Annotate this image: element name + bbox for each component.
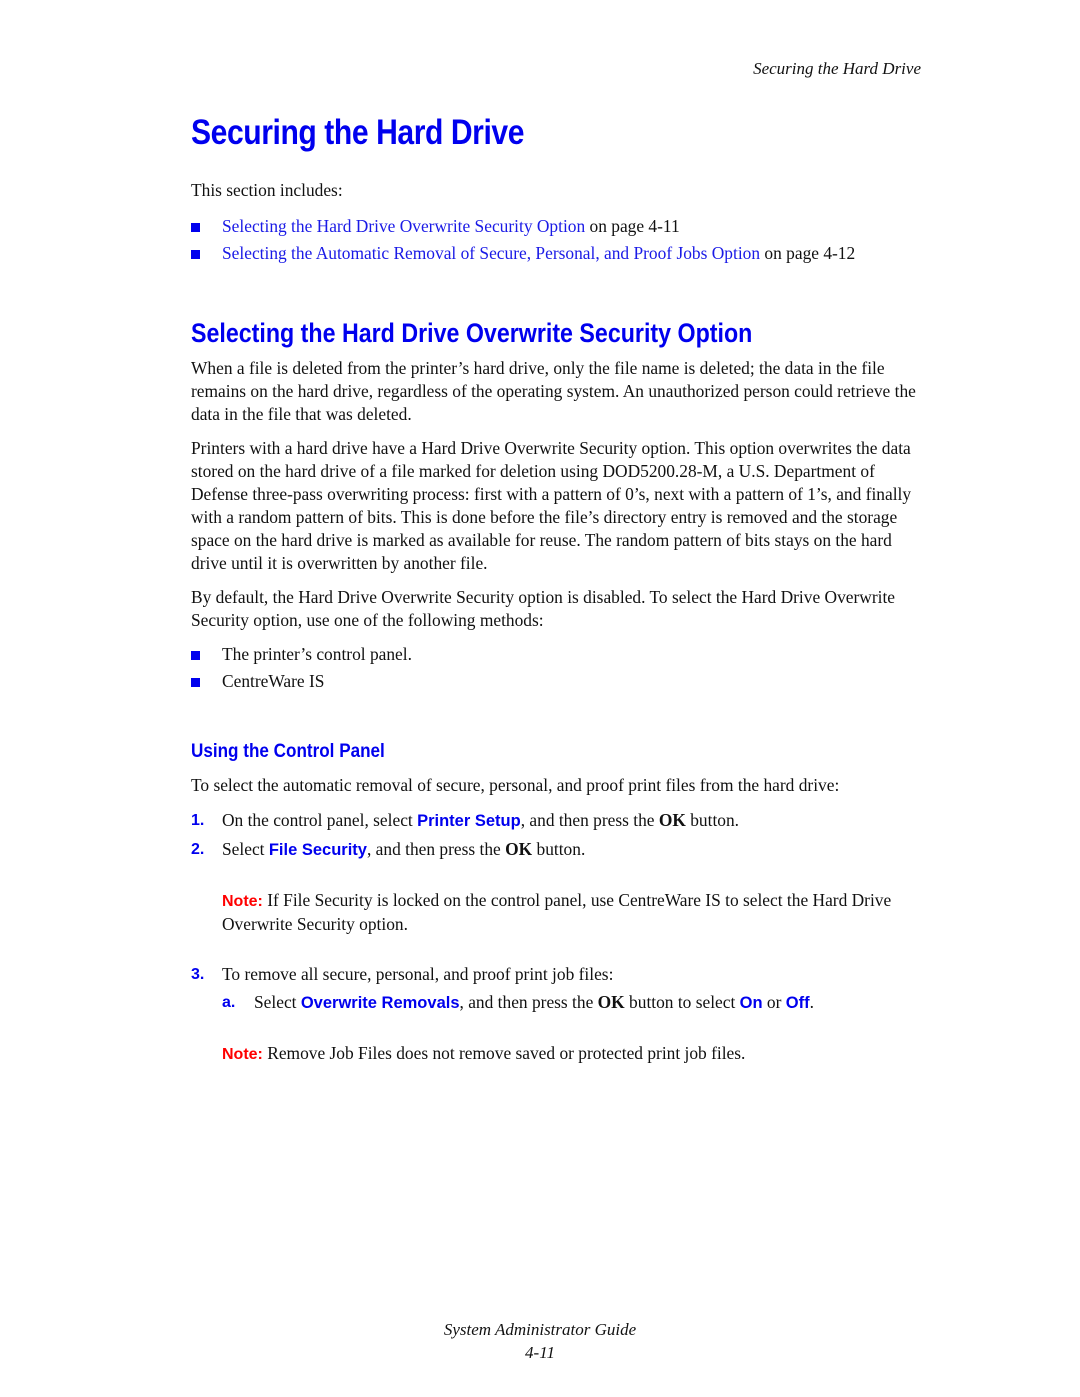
square-bullet-icon xyxy=(191,223,200,232)
step-text: button. xyxy=(685,810,740,830)
ok-key: OK xyxy=(597,992,625,1012)
paragraph: Printers with a hard drive have a Hard D… xyxy=(191,438,912,573)
menu-item-overwrite-removals: Overwrite Removals xyxy=(300,994,460,1012)
menu-item-file-security: File Security xyxy=(268,841,367,859)
substep-item: a. Select Overwrite Removals, and then p… xyxy=(222,991,921,1015)
step-text: , and then press the xyxy=(520,810,659,830)
note-label: Note: xyxy=(222,893,263,910)
option-on: On xyxy=(739,994,763,1012)
menu-item-printer-setup: Printer Setup xyxy=(417,812,521,830)
ok-key: OK xyxy=(658,810,686,830)
page-title: Securing the Hard Drive xyxy=(191,113,525,152)
step-text: , and then press the xyxy=(366,839,506,859)
section-heading: Selecting the Hard Drive Overwrite Secur… xyxy=(191,318,753,348)
note-text: Remove Job Files does not remove saved o… xyxy=(262,1043,746,1063)
note: Note: Remove Job Files does not remove s… xyxy=(191,1042,921,1066)
guide-title: System Administrator Guide xyxy=(443,1320,637,1339)
step-number: 3. xyxy=(191,966,205,983)
toc-link[interactable]: Selecting the Automatic Removal of Secur… xyxy=(222,243,760,263)
method-item: The printer’s control panel. xyxy=(191,643,921,666)
page-number: 4-11 xyxy=(525,1343,555,1362)
square-bullet-icon xyxy=(191,250,200,259)
option-off: Off xyxy=(785,994,810,1012)
toc-item: Selecting the Hard Drive Overwrite Secur… xyxy=(191,215,921,238)
step-text: Select xyxy=(254,992,301,1012)
running-head: Securing the Hard Drive xyxy=(753,59,921,78)
step-number: 2. xyxy=(191,841,205,858)
paragraph: By default, the Hard Drive Overwrite Sec… xyxy=(191,587,896,630)
overwrite-section: Selecting the Hard Drive Overwrite Secur… xyxy=(191,318,921,693)
steps-list-continued: 3. To remove all secure, personal, and p… xyxy=(191,963,921,1015)
step-text: To remove all secure, personal, and proo… xyxy=(222,964,614,984)
toc-list: Selecting the Hard Drive Overwrite Secur… xyxy=(191,215,921,265)
toc-item: Selecting the Automatic Removal of Secur… xyxy=(191,242,921,265)
note-label: Note: xyxy=(222,1046,263,1063)
note: Note: If File Security is locked on the … xyxy=(191,889,921,936)
square-bullet-icon xyxy=(191,651,200,660)
step-text: button. xyxy=(532,839,586,859)
step-text: button to select xyxy=(624,992,740,1012)
subsection-heading: Using the Control Panel xyxy=(191,741,385,762)
step-text: , and then press the xyxy=(459,992,598,1012)
intro-text: This section includes: xyxy=(191,180,343,200)
paragraph: When a file is deleted from the printer’… xyxy=(191,358,916,424)
methods-list: The printer’s control panel. CentreWare … xyxy=(191,643,921,693)
steps-list: 1. On the control panel, select Printer … xyxy=(191,809,921,862)
method-item: CentreWare IS xyxy=(191,670,921,693)
subsection-intro: To select the automatic removal of secur… xyxy=(191,775,840,795)
method-label: The printer’s control panel. xyxy=(222,644,412,664)
step-item: 1. On the control panel, select Printer … xyxy=(191,809,921,833)
control-panel-section: Using the Control Panel To select the au… xyxy=(191,740,921,1066)
step-text: Select xyxy=(222,839,269,859)
substep-letter: a. xyxy=(222,994,236,1011)
step-number: 1. xyxy=(191,812,205,829)
toc-page-ref: on page 4-12 xyxy=(760,243,856,263)
step-text: or xyxy=(762,992,786,1012)
page-footer: System Administrator Guide 4-11 xyxy=(0,1318,1080,1364)
square-bullet-icon xyxy=(191,678,200,687)
step-text: . xyxy=(809,992,814,1012)
section-intro: This section includes: Selecting the Har… xyxy=(191,179,921,265)
toc-link[interactable]: Selecting the Hard Drive Overwrite Secur… xyxy=(222,216,585,236)
step-item: 3. To remove all secure, personal, and p… xyxy=(191,963,921,1015)
toc-page-ref: on page 4-11 xyxy=(585,216,680,236)
ok-key: OK xyxy=(505,839,533,859)
note-text: If File Security is locked on the contro… xyxy=(222,890,892,934)
method-label: CentreWare IS xyxy=(222,671,325,691)
step-item: 2. Select File Security, and then press … xyxy=(191,838,921,862)
step-text: On the control panel, select xyxy=(222,810,418,830)
